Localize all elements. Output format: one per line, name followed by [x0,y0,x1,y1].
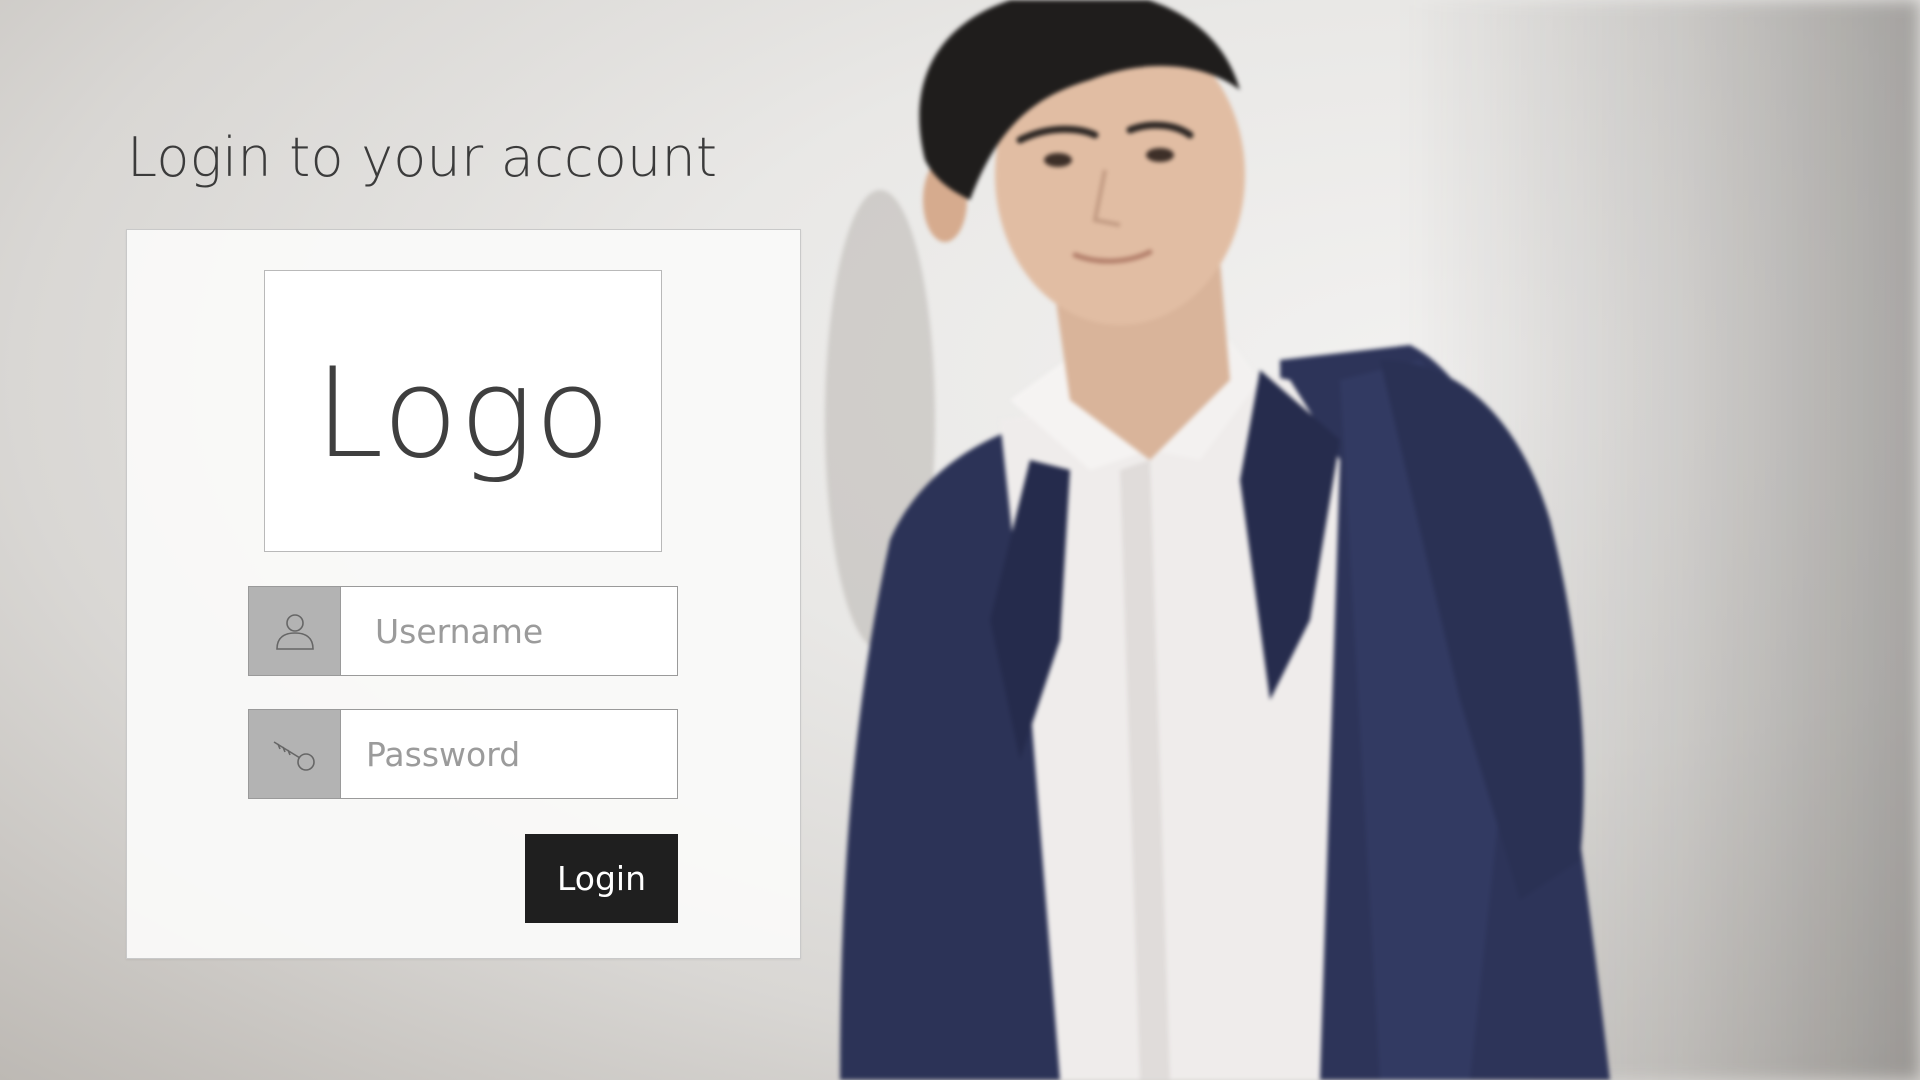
username-input[interactable] [341,587,791,675]
login-card: Logo Login [126,229,801,959]
user-icon [249,587,341,675]
key-icon [249,710,341,798]
password-input[interactable] [341,710,782,798]
password-field [248,709,782,799]
logo-text: Logo [314,342,612,486]
login-button[interactable]: Login [525,834,678,923]
logo-placeholder: Logo [264,270,662,552]
page-title: Login to your account [127,126,718,189]
login-screen: Login to your account Logo Username Logi… [0,0,1920,1080]
username-field [248,586,791,676]
background-person-photo [825,0,1610,1080]
